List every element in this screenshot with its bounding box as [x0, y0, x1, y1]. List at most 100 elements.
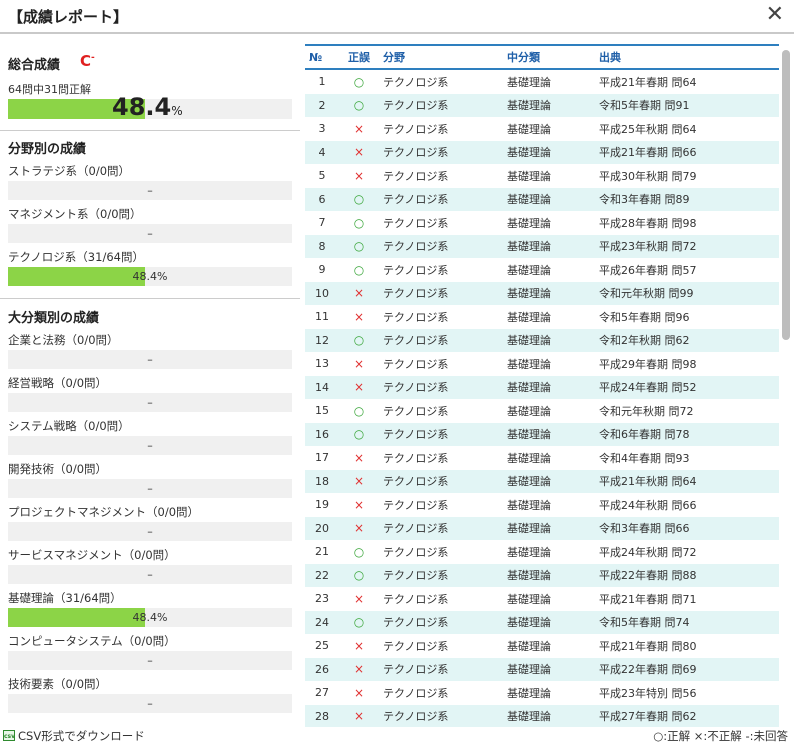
- major-score-value: –: [147, 697, 153, 710]
- row-number: 19: [315, 498, 329, 512]
- row-result: ○: [353, 74, 365, 89]
- row-number: 9: [318, 263, 326, 277]
- row-source: 平成23年特別 問56: [599, 686, 697, 700]
- table-row[interactable]: 1 ○ テクノロジ系 基礎理論 平成21年春期 問64: [305, 69, 779, 94]
- csv-file-icon[interactable]: csv: [3, 730, 15, 741]
- row-category: 基礎理論: [507, 616, 551, 630]
- row-result: ×: [353, 497, 365, 512]
- scrollbar-thumb[interactable]: [782, 50, 790, 340]
- row-number: 1: [318, 75, 326, 89]
- overall-percent: 48.4%: [112, 93, 183, 121]
- table-row[interactable]: 25 × テクノロジ系 基礎理論 平成21年春期 問80: [305, 634, 779, 658]
- dialog-title: 【成績レポート】: [8, 8, 129, 26]
- row-result: ×: [353, 662, 365, 677]
- row-number: 3: [318, 122, 326, 136]
- table-row[interactable]: 18 × テクノロジ系 基礎理論 平成21年秋期 問64: [305, 469, 779, 493]
- table-row[interactable]: 5 × テクノロジ系 基礎理論 平成30年秋期 問79: [305, 164, 779, 188]
- row-number: 6: [318, 192, 326, 206]
- table-row[interactable]: 17 × テクノロジ系 基礎理論 令和4年春期 問93: [305, 446, 779, 470]
- row-field: テクノロジ系: [383, 381, 449, 395]
- row-category: 基礎理論: [507, 334, 551, 348]
- row-result: ○: [353, 427, 365, 442]
- row-number: 12: [315, 333, 329, 347]
- row-source: 平成27年春期 問62: [599, 710, 697, 724]
- close-icon[interactable]: ✕: [766, 3, 784, 27]
- row-field: テクノロジ系: [383, 99, 449, 113]
- row-number: 18: [315, 474, 329, 488]
- table-row[interactable]: 3 × テクノロジ系 基礎理論 平成25年秋期 問64: [305, 117, 779, 141]
- row-category: 基礎理論: [507, 146, 551, 160]
- row-category: 基礎理論: [507, 710, 551, 724]
- table-row[interactable]: 22 ○ テクノロジ系 基礎理論 平成22年春期 問88: [305, 563, 779, 587]
- row-field: テクノロジ系: [383, 428, 449, 442]
- row-field: テクノロジ系: [383, 146, 449, 160]
- question-table-container[interactable]: № 正誤 分野 中分類 出典 1 ○ テクノロジ系 基礎理論 平成21年春期 問64 2 ○…: [305, 44, 779, 727]
- table-row[interactable]: 16 ○ テクノロジ系 基礎理論 令和6年春期 問78: [305, 422, 779, 446]
- major-score-progress-bar: –: [8, 522, 292, 541]
- row-category: 基礎理論: [507, 686, 551, 700]
- table-row[interactable]: 9 ○ テクノロジ系 基礎理論 平成26年春期 問57: [305, 258, 779, 282]
- row-result: ×: [353, 168, 365, 183]
- table-row[interactable]: 14 × テクノロジ系 基礎理論 平成24年春期 問52: [305, 375, 779, 399]
- overall-summary: 64問中31問正解: [8, 83, 91, 96]
- table-row[interactable]: 13 × テクノロジ系 基礎理論 平成29年春期 問98: [305, 352, 779, 376]
- major-score-value: –: [147, 439, 153, 452]
- row-source: 平成25年秋期 問64: [599, 122, 697, 136]
- row-field: テクノロジ系: [383, 451, 449, 465]
- row-category: 基礎理論: [507, 545, 551, 559]
- table-row[interactable]: 8 ○ テクノロジ系 基礎理論 平成23年秋期 問72: [305, 234, 779, 258]
- table-row[interactable]: 10 × テクノロジ系 基礎理論 令和元年秋期 問99: [305, 281, 779, 305]
- divider: [0, 130, 300, 131]
- row-number: 28: [315, 709, 329, 723]
- row-field: テクノロジ系: [383, 710, 449, 724]
- col-header-category: 中分類: [507, 51, 540, 64]
- table-row[interactable]: 26 × テクノロジ系 基礎理論 平成22年春期 問69: [305, 657, 779, 681]
- major-score-progress-bar: –: [8, 436, 292, 455]
- row-source: 平成21年春期 問64: [599, 75, 697, 89]
- row-result: ○: [353, 239, 365, 254]
- field-heading: 分野別の成績: [8, 142, 87, 157]
- csv-download-link[interactable]: CSV形式でダウンロード: [18, 728, 145, 744]
- row-source: 令和5年春期 問96: [599, 310, 690, 324]
- col-header-result: 正誤: [348, 51, 370, 64]
- table-row[interactable]: 24 ○ テクノロジ系 基礎理論 令和5年春期 問74: [305, 610, 779, 634]
- table-row[interactable]: 28 × テクノロジ系 基礎理論 平成27年春期 問62: [305, 704, 779, 727]
- col-header-source: 出典: [599, 51, 621, 64]
- table-row[interactable]: 2 ○ テクノロジ系 基礎理論 令和5年春期 問91: [305, 93, 779, 117]
- row-category: 基礎理論: [507, 522, 551, 536]
- row-number: 5: [318, 169, 326, 183]
- major-score-label: 技術要素（0/0問）: [8, 677, 108, 691]
- row-field: テクノロジ系: [383, 169, 449, 183]
- table-row[interactable]: 27 × テクノロジ系 基礎理論 平成23年特別 問56: [305, 681, 779, 705]
- row-category: 基礎理論: [507, 404, 551, 418]
- row-category: 基礎理論: [507, 475, 551, 489]
- row-field: テクノロジ系: [383, 686, 449, 700]
- table-row[interactable]: 7 ○ テクノロジ系 基礎理論 平成28年春期 問98: [305, 211, 779, 235]
- row-result: ×: [353, 709, 365, 724]
- row-result: ×: [353, 145, 365, 160]
- table-row[interactable]: 21 ○ テクノロジ系 基礎理論 平成24年秋期 問72: [305, 540, 779, 564]
- grade-badge: C-: [80, 52, 95, 70]
- table-row[interactable]: 4 × テクノロジ系 基礎理論 平成21年春期 問66: [305, 140, 779, 164]
- row-source: 平成28年春期 問98: [599, 216, 697, 230]
- table-row[interactable]: 20 × テクノロジ系 基礎理論 令和3年春期 問66: [305, 516, 779, 540]
- table-row[interactable]: 12 ○ テクノロジ系 基礎理論 令和2年秋期 問62: [305, 328, 779, 352]
- table-row[interactable]: 11 × テクノロジ系 基礎理論 令和5年春期 問96: [305, 305, 779, 329]
- field-score-value: –: [147, 184, 153, 197]
- major-heading: 大分類別の成績: [8, 311, 100, 326]
- table-row[interactable]: 23 × テクノロジ系 基礎理論 平成21年春期 問71: [305, 587, 779, 611]
- table-row[interactable]: 15 ○ テクノロジ系 基礎理論 令和元年秋期 問72: [305, 399, 779, 423]
- field-score-progress-bar: –: [8, 181, 292, 200]
- major-score-label: システム戦略（0/0問）: [8, 419, 130, 433]
- row-field: テクノロジ系: [383, 75, 449, 89]
- row-result: ×: [353, 685, 365, 700]
- major-score-value: 48.4%: [132, 611, 168, 624]
- footer: csv CSV形式でダウンロード ○:正解 ×:不正解 -:未回答: [0, 727, 794, 744]
- table-row[interactable]: 6 ○ テクノロジ系 基礎理論 令和3年春期 問89: [305, 187, 779, 211]
- row-category: 基礎理論: [507, 639, 551, 653]
- table-row[interactable]: 19 × テクノロジ系 基礎理論 平成24年秋期 問66: [305, 493, 779, 517]
- row-number: 8: [318, 239, 326, 253]
- row-field: テクノロジ系: [383, 592, 449, 606]
- row-number: 24: [315, 615, 329, 629]
- major-score-progress-bar: –: [8, 350, 292, 369]
